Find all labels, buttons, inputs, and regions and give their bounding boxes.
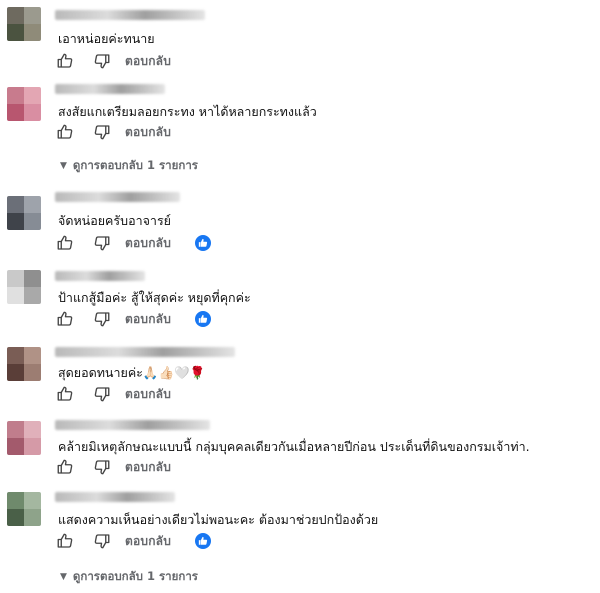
comment-text: คล้ายมิเหตุลักษณะแบบนี้ กลุ่มบุคคลเดียวก… bbox=[58, 439, 530, 454]
thumbs-down-icon[interactable] bbox=[93, 52, 111, 70]
comment-text: เอาหน่อยค่ะทนาย bbox=[58, 31, 155, 46]
reply-button[interactable]: ตอบกลับ bbox=[125, 234, 171, 253]
reply-button[interactable]: ตอบกลับ bbox=[125, 458, 171, 477]
thumbs-down-icon[interactable] bbox=[93, 458, 111, 476]
avatar[interactable] bbox=[7, 347, 41, 381]
view-replies-label: ดูการตอบกลับ 1 รายการ bbox=[72, 569, 198, 583]
comment-actions: ตอบกลับ bbox=[56, 457, 171, 477]
comment-actions: ตอบกลับ bbox=[56, 309, 212, 329]
thumbs-down-icon[interactable] bbox=[93, 310, 111, 328]
thumbs-up-icon[interactable] bbox=[56, 234, 74, 252]
comment-actions: ตอบกลับ bbox=[56, 51, 171, 71]
comment-actions: ตอบกลับ bbox=[56, 233, 212, 253]
comment-actions: ตอบกลับ bbox=[56, 122, 171, 142]
thumbs-up-icon[interactable] bbox=[56, 458, 74, 476]
like-reaction-icon[interactable] bbox=[195, 235, 212, 251]
comment-actions: ตอบกลับ bbox=[56, 531, 212, 551]
reply-button[interactable]: ตอบกลับ bbox=[125, 385, 171, 404]
commenter-name-blurred[interactable] bbox=[55, 271, 145, 281]
avatar[interactable] bbox=[7, 270, 41, 304]
view-replies-link[interactable]: ▼ ดูการตอบกลับ 1 รายการ bbox=[60, 157, 198, 175]
thumbs-down-icon[interactable] bbox=[93, 234, 111, 252]
avatar[interactable] bbox=[7, 7, 41, 41]
comment-text: จัดหน่อยครับอาจารย์ bbox=[58, 213, 171, 228]
commenter-name-blurred[interactable] bbox=[55, 192, 180, 202]
avatar[interactable] bbox=[7, 492, 41, 526]
chevron-down-icon: ▼ bbox=[60, 572, 67, 582]
like-reaction-icon[interactable] bbox=[195, 311, 212, 327]
avatar[interactable] bbox=[7, 196, 41, 230]
thumbs-up-icon[interactable] bbox=[56, 310, 74, 328]
commenter-name-blurred[interactable] bbox=[55, 84, 165, 94]
commenter-name-blurred[interactable] bbox=[55, 10, 205, 20]
view-replies-link[interactable]: ▼ ดูการตอบกลับ 1 รายการ bbox=[60, 568, 198, 586]
commenter-name-blurred[interactable] bbox=[55, 492, 175, 502]
thumbs-down-icon[interactable] bbox=[93, 385, 111, 403]
commenter-name-blurred[interactable] bbox=[55, 347, 235, 357]
reply-button[interactable]: ตอบกลับ bbox=[125, 123, 171, 142]
comment-text: ป้าแกสู้มือค่ะ สู้ให้สุดค่ะ หยุดที่คุกค่… bbox=[58, 290, 251, 305]
commenter-name-blurred[interactable] bbox=[55, 420, 210, 430]
chevron-down-icon: ▼ bbox=[60, 161, 67, 171]
avatar[interactable] bbox=[7, 87, 41, 121]
thumbs-up-icon[interactable] bbox=[56, 123, 74, 141]
comment-text: แสดงความเห็นอย่างเดียวไม่พอนะคะ ต้องมาช่… bbox=[58, 512, 379, 527]
thumbs-up-icon[interactable] bbox=[56, 385, 74, 403]
reply-button[interactable]: ตอบกลับ bbox=[125, 52, 171, 71]
like-reaction-icon[interactable] bbox=[195, 533, 212, 549]
thumbs-up-icon[interactable] bbox=[56, 52, 74, 70]
thumbs-down-icon[interactable] bbox=[93, 123, 111, 141]
reply-button[interactable]: ตอบกลับ bbox=[125, 310, 171, 329]
comment-text: สุดยอดทนายค่ะ🙏🏻👍🏻🤍🌹 bbox=[58, 365, 206, 380]
thumbs-down-icon[interactable] bbox=[93, 532, 111, 550]
comment-actions: ตอบกลับ bbox=[56, 384, 171, 404]
thumbs-up-icon[interactable] bbox=[56, 532, 74, 550]
reply-button[interactable]: ตอบกลับ bbox=[125, 532, 171, 551]
comment-text: สงสัยแกเตรียมลอยกระทง หาได้หลายกระทงแล้ว bbox=[58, 104, 317, 119]
avatar[interactable] bbox=[7, 421, 41, 455]
view-replies-label: ดูการตอบกลับ 1 รายการ bbox=[72, 158, 198, 172]
